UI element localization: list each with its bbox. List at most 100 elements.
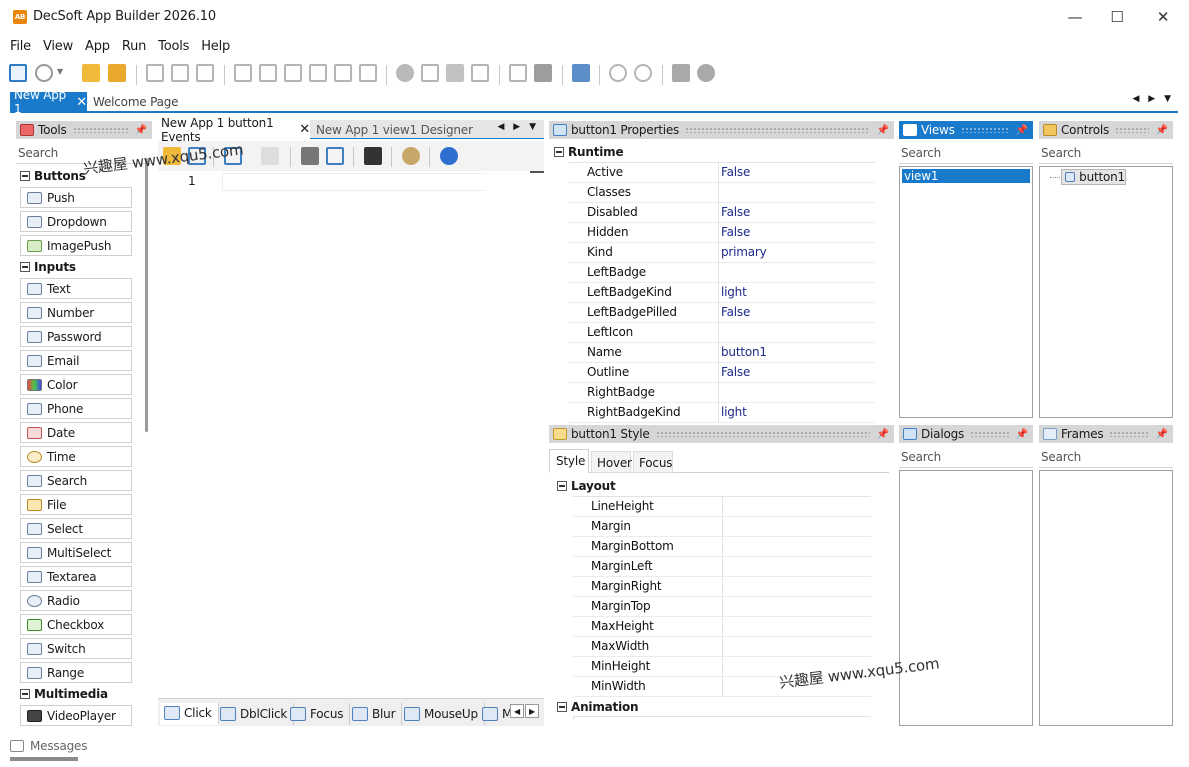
tool-text[interactable]: Text: [20, 278, 132, 299]
prop-row-name[interactable]: Name button1: [569, 343, 875, 363]
menu-tools[interactable]: Tools: [152, 36, 195, 58]
open-recent-icon[interactable]: [108, 64, 126, 82]
menu-run[interactable]: Run: [116, 36, 152, 58]
prop-row-kind[interactable]: Kind primary: [569, 243, 875, 263]
add-view-icon[interactable]: [234, 64, 252, 82]
menu-view[interactable]: View: [37, 36, 79, 58]
scroll-right-icon[interactable]: ▶: [525, 704, 539, 718]
new-app-icon[interactable]: [9, 64, 27, 82]
event-tab-focus[interactable]: Focus: [286, 703, 351, 725]
menu-file[interactable]: File: [4, 36, 37, 58]
prop-row-rightbadge[interactable]: RightBadge: [569, 383, 875, 403]
prop-value[interactable]: [719, 183, 721, 202]
style-row-margin[interactable]: Margin: [573, 517, 871, 537]
prop-value[interactable]: [723, 657, 725, 676]
properties-category-runtime[interactable]: Runtime: [554, 145, 624, 159]
tools-scrollbar-thumb[interactable]: [145, 158, 148, 432]
import-icon[interactable]: [509, 64, 527, 82]
tool-push[interactable]: Push: [20, 187, 132, 208]
tool-imagepush[interactable]: ImagePush: [20, 235, 132, 256]
event-tab-blur[interactable]: Blur: [348, 703, 403, 725]
sort-icon[interactable]: [672, 64, 690, 82]
find-binoculars-icon[interactable]: [301, 147, 319, 165]
globe-icon[interactable]: [402, 147, 420, 165]
tab-view1-designer[interactable]: New App 1 view1 Designer: [316, 123, 473, 137]
collapse-icon[interactable]: [557, 702, 567, 712]
find-icon[interactable]: [396, 64, 414, 82]
minimize-button[interactable]: —: [1052, 1, 1098, 33]
tab-nav-icons[interactable]: ◀ ▶ ▼: [1133, 94, 1175, 104]
close-tab-icon[interactable]: ✕: [76, 95, 87, 110]
event-tab-dblclick[interactable]: DblClick: [216, 703, 295, 725]
controls-search-input[interactable]: Search: [1039, 144, 1173, 164]
prop-value[interactable]: [719, 383, 721, 402]
prop-value[interactable]: [719, 263, 721, 282]
settings-gear-icon[interactable]: [697, 64, 715, 82]
tool-switch[interactable]: Switch: [20, 638, 132, 659]
tool-email[interactable]: Email: [20, 350, 132, 371]
prop-row-leftbadgekind[interactable]: LeftBadgeKind light: [569, 283, 875, 303]
maximize-button[interactable]: ☐: [1094, 1, 1140, 33]
collapse-icon[interactable]: [557, 481, 567, 491]
prop-value[interactable]: [723, 557, 725, 576]
group-multimedia[interactable]: Multimedia: [20, 685, 108, 703]
run-icon[interactable]: [609, 64, 627, 82]
tool-number[interactable]: Number: [20, 302, 132, 323]
style-row-maxheight[interactable]: MaxHeight: [573, 617, 871, 637]
scroll-left-icon[interactable]: ◀: [510, 704, 524, 718]
collapse-icon[interactable]: [554, 147, 564, 157]
menu-app[interactable]: App: [79, 36, 116, 58]
code-editor[interactable]: 1: [158, 171, 544, 696]
tools-icon[interactable]: [572, 64, 590, 82]
close-window-button[interactable]: ✕: [1140, 1, 1186, 33]
tool-date[interactable]: Date: [20, 422, 132, 443]
tool-multiselect[interactable]: MultiSelect: [20, 542, 132, 563]
group-buttons[interactable]: Buttons: [20, 167, 86, 185]
remove-view-icon[interactable]: [309, 64, 327, 82]
tool-time[interactable]: Time: [20, 446, 132, 467]
prop-value[interactable]: [723, 617, 725, 636]
prop-value[interactable]: light: [719, 403, 747, 422]
prop-value[interactable]: [723, 577, 725, 596]
prop-row-disabled[interactable]: Disabled False: [569, 203, 875, 223]
edit-icon[interactable]: [421, 64, 439, 82]
tab-button1-events[interactable]: New App 1 button1 Events ✕: [158, 116, 310, 144]
prop-value[interactable]: [723, 677, 725, 696]
pin-icon[interactable]: 📌: [1155, 125, 1169, 136]
remove-dialog-icon[interactable]: [334, 64, 352, 82]
tool-range[interactable]: Range: [20, 662, 132, 683]
style-tab-hover[interactable]: Hover: [591, 451, 632, 473]
tool-color[interactable]: Color: [20, 374, 132, 395]
editor-tab-nav-icons[interactable]: ◀ ▶ ▼: [498, 122, 540, 132]
stop-icon[interactable]: [634, 64, 652, 82]
tool-dropdown[interactable]: Dropdown: [20, 211, 132, 232]
pin-icon[interactable]: 📌: [1015, 125, 1029, 136]
help-icon[interactable]: [440, 147, 458, 165]
tool-radio[interactable]: Radio: [20, 590, 132, 611]
prop-value[interactable]: [723, 497, 725, 516]
prop-row-lefticon[interactable]: LeftIcon: [569, 323, 875, 343]
prop-value[interactable]: light: [719, 283, 747, 302]
prop-value[interactable]: button1: [719, 343, 767, 362]
save-all-icon[interactable]: [196, 64, 214, 82]
replace-icon[interactable]: [326, 147, 344, 165]
prop-row-outline[interactable]: Outline False: [569, 363, 875, 383]
prop-value[interactable]: [719, 323, 721, 342]
grid-icon[interactable]: [534, 64, 552, 82]
style-row-lineheight[interactable]: LineHeight: [573, 497, 871, 517]
prop-row-rightbadgekind[interactable]: RightBadgeKind light: [569, 403, 875, 423]
history-icon[interactable]: [35, 64, 53, 82]
add-dialog-icon[interactable]: [259, 64, 277, 82]
menu-help[interactable]: Help: [195, 36, 236, 58]
prop-value[interactable]: [723, 637, 725, 656]
pin-icon[interactable]: 📌: [1015, 429, 1029, 440]
save-icon[interactable]: [146, 64, 164, 82]
tab-new-app-1[interactable]: New App 1 ✕: [10, 88, 87, 116]
views-search-input[interactable]: Search: [899, 144, 1033, 164]
tool-checkbox[interactable]: Checkbox: [20, 614, 132, 635]
prop-value[interactable]: [723, 537, 725, 556]
remove-frame-icon[interactable]: [359, 64, 377, 82]
prop-row-leftbadge[interactable]: LeftBadge: [569, 263, 875, 283]
style-category-layout[interactable]: Layout: [557, 479, 616, 493]
pin-icon[interactable]: 📌: [876, 125, 890, 136]
